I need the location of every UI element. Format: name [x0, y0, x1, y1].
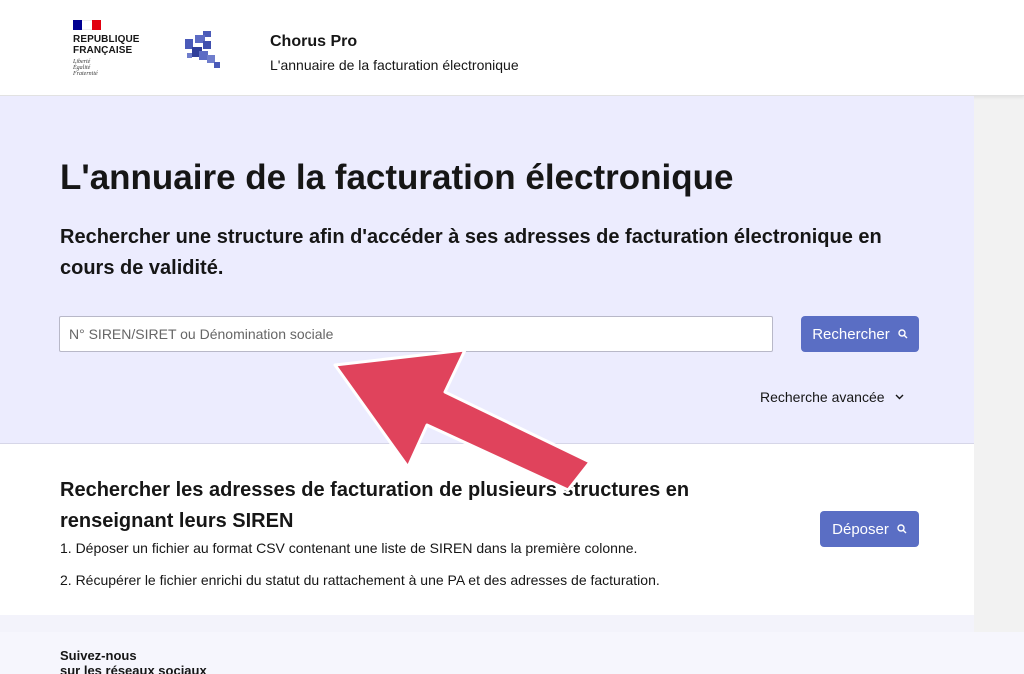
deposit-button-label: Déposer	[832, 520, 889, 538]
advanced-search-toggle[interactable]: Recherche avancée	[760, 389, 904, 405]
advanced-search-label: Recherche avancée	[760, 389, 885, 405]
social-follow-title: Suivez-nous sur les réseaux sociaux	[60, 648, 207, 674]
page-subtitle: Rechercher une structure afin d'accéder …	[60, 226, 882, 279]
site-header: REPUBLIQUE FRANÇAISE Liberté Égalité Fra…	[0, 0, 1024, 96]
chorus-pro-logo-icon[interactable]	[183, 31, 221, 71]
republique-francaise-logo[interactable]: REPUBLIQUE FRANÇAISE Liberté Égalité Fra…	[73, 20, 140, 77]
site-tagline: L'annuaire de la facturation électroniqu…	[270, 57, 519, 73]
search-button[interactable]: Rechercher	[801, 316, 919, 352]
search-icon	[897, 524, 907, 534]
republic-motto: Liberté Égalité Fraternité	[73, 59, 98, 77]
republic-name: REPUBLIQUE FRANÇAISE	[73, 34, 140, 56]
search-hero: L'annuaire de la facturation électroniqu…	[0, 96, 974, 444]
deposit-file-button[interactable]: Déposer	[820, 511, 919, 547]
chevron-down-icon	[895, 394, 904, 400]
instruction-step: 1. Déposer un fichier au format CSV cont…	[60, 540, 638, 556]
search-icon	[898, 329, 908, 339]
site-title[interactable]: Chorus Pro	[270, 33, 357, 51]
multi-siren-title: Rechercher les adresses de facturation d…	[60, 479, 690, 532]
instruction-step: 2. Récupérer le fichier enrichi du statu…	[60, 572, 660, 588]
search-button-label: Rechercher	[812, 325, 890, 343]
right-gutter	[974, 0, 1024, 674]
search-input[interactable]	[59, 316, 773, 352]
site-footer: Suivez-nous sur les réseaux sociaux	[0, 632, 1024, 674]
section-divider	[0, 615, 974, 632]
french-flag-icon	[73, 20, 101, 30]
page-title: L'annuaire de la facturation électroniqu…	[60, 158, 734, 197]
